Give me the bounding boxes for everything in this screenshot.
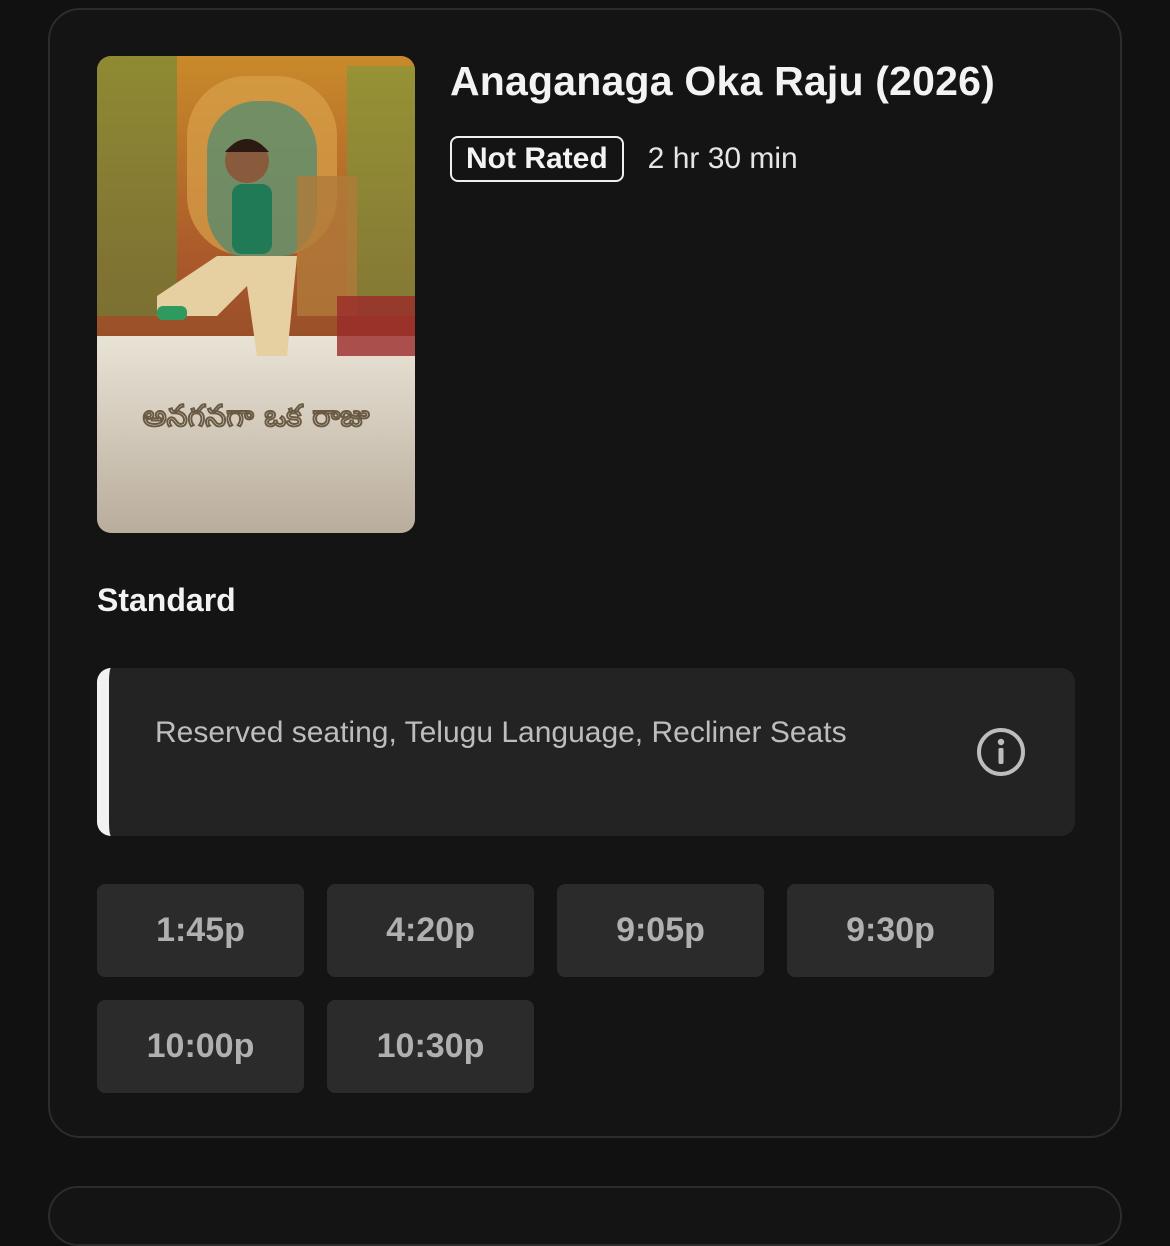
showtime-button[interactable]: 1:45p xyxy=(97,884,304,977)
showtime-button[interactable]: 9:05p xyxy=(557,884,764,977)
movie-poster[interactable]: అనగనగా ఒక రాజు xyxy=(97,56,415,533)
movie-meta: Not Rated 2 hr 30 min xyxy=(450,136,798,182)
poster-logo-text: అనగనగా ఒక రాజు xyxy=(143,399,371,434)
poster-image: అనగనగా ఒక రాజు xyxy=(97,56,415,533)
runtime: 2 hr 30 min xyxy=(647,142,798,175)
showtimes-grid: 1:45p 4:20p 9:05p 9:30p 10:00p 10:30p xyxy=(97,884,997,1093)
showtime-button[interactable]: 10:00p xyxy=(97,1000,304,1093)
movie-showtime-card: అనగనగా ఒక రాజు Anaganaga Oka Raju (2026)… xyxy=(48,8,1122,1138)
next-movie-card xyxy=(48,1186,1122,1246)
amenities-panel: Reserved seating, Telugu Language, Recli… xyxy=(97,668,1075,836)
format-label: Standard xyxy=(97,582,236,618)
showtime-button[interactable]: 4:20p xyxy=(327,884,534,977)
amenities-text: Reserved seating, Telugu Language, Recli… xyxy=(155,716,847,749)
showtime-button[interactable]: 10:30p xyxy=(327,1000,534,1093)
movie-title: Anaganaga Oka Raju (2026) xyxy=(450,58,996,104)
info-icon[interactable] xyxy=(975,726,1027,778)
rating-badge: Not Rated xyxy=(450,136,624,182)
showtime-button[interactable]: 9:30p xyxy=(787,884,994,977)
